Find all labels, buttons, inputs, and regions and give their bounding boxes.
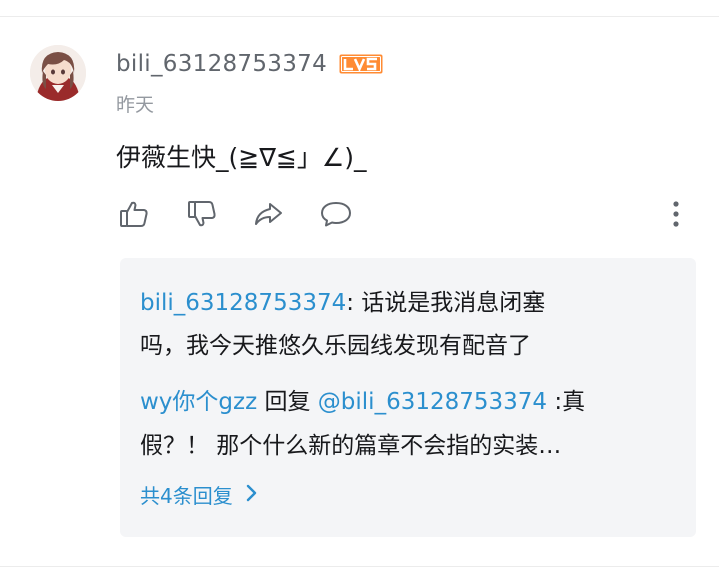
reply-2-author[interactable]: wy你个gzz bbox=[140, 389, 257, 415]
thumbs-down-icon bbox=[186, 198, 218, 230]
reply-button[interactable] bbox=[318, 196, 354, 232]
reply-word: 回复 bbox=[257, 389, 318, 415]
like-button[interactable] bbox=[116, 196, 152, 232]
share-button[interactable] bbox=[250, 196, 286, 232]
username[interactable]: bili_63128753374 bbox=[116, 51, 327, 77]
more-replies-label: 共4条回复 bbox=[140, 484, 233, 508]
comment-content: 伊薇生快_(≧∇≦」∠)_ bbox=[116, 143, 367, 172]
reply-2-line-1: wy你个gzz 回复 @bili_63128753374 :真 bbox=[140, 382, 585, 422]
reply-1-line-1: bili_63128753374: 话说是我消息闭塞 bbox=[140, 283, 545, 323]
avatar[interactable] bbox=[30, 45, 86, 101]
more-options-button[interactable] bbox=[664, 196, 688, 232]
comment-time: 昨天 bbox=[116, 94, 155, 116]
vertical-dots-icon bbox=[672, 200, 680, 228]
comment-bubble-icon bbox=[319, 198, 353, 230]
bottom-divider bbox=[0, 566, 719, 567]
chevron-right-icon bbox=[233, 483, 257, 507]
reply-2-text: :真 bbox=[547, 389, 586, 415]
reply-1-author[interactable]: bili_63128753374 bbox=[140, 290, 346, 316]
level-badge-icon bbox=[339, 54, 383, 74]
reply-1-text: : 话说是我消息闭塞 bbox=[346, 290, 546, 316]
dislike-button[interactable] bbox=[184, 196, 220, 232]
comment-item: bili_63128753374 昨天 伊薇生快_(≧∇≦」∠)_ bili_6… bbox=[0, 0, 719, 588]
action-bar bbox=[116, 196, 696, 232]
comment-header: bili_63128753374 bbox=[116, 46, 383, 82]
replies-preview[interactable]: bili_63128753374: 话说是我消息闭塞 吗，我今天推悠久乐园线发现… bbox=[120, 258, 696, 537]
reply-2-line-2: 假？！ 那个什么新的篇章不会指的实装… bbox=[140, 433, 562, 459]
thumbs-up-icon bbox=[118, 198, 150, 230]
reply-2-mention[interactable]: @bili_63128753374 bbox=[318, 389, 547, 415]
reply-1-line-2: 吗，我今天推悠久乐园线发现有配音了 bbox=[140, 333, 531, 359]
top-divider bbox=[0, 16, 719, 17]
view-more-replies-button[interactable]: 共4条回复 bbox=[140, 480, 257, 509]
share-icon bbox=[252, 198, 284, 230]
